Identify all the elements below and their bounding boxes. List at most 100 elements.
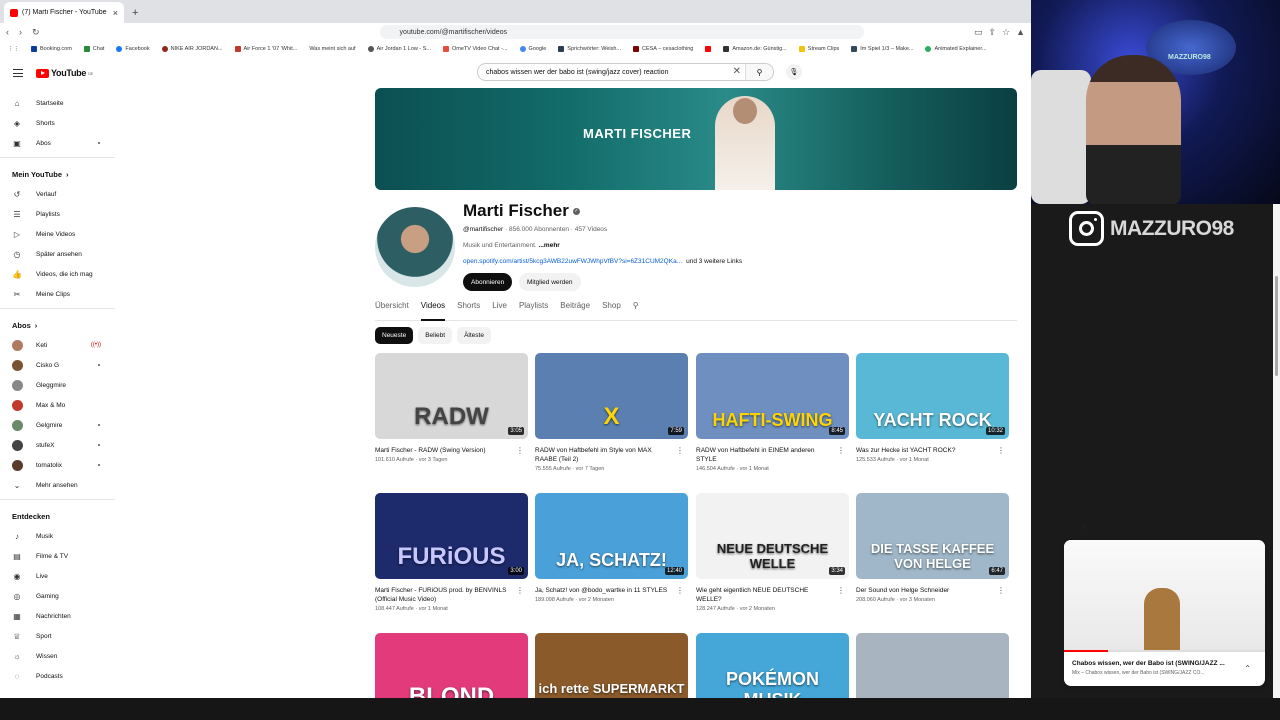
- url-field[interactable]: youtube.com/@martifischer/videos: [379, 25, 864, 39]
- video-title[interactable]: RADW von Haftbefehl in EINEM anderen STY…: [696, 446, 849, 464]
- sidebar-item-channel[interactable]: stufeX: [0, 435, 115, 455]
- chip-oldest[interactable]: Älteste: [457, 327, 491, 344]
- bookmark[interactable]: Booking.com: [31, 46, 72, 52]
- more-options-icon[interactable]: ⋮: [997, 446, 1005, 455]
- close-tab-icon[interactable]: ×: [113, 8, 118, 18]
- bookmark[interactable]: Im Spiel 1/3 – Make...: [851, 46, 913, 52]
- sidebar-item-podcasts[interactable]: ◌ Podcasts: [0, 666, 115, 686]
- chevron-up-icon[interactable]: ⌃: [1244, 664, 1251, 673]
- sidebar-item-channel[interactable]: Cisko G: [0, 355, 115, 375]
- sidebar-item-watch-later[interactable]: ◷ Später ansehen: [0, 244, 115, 264]
- video-title[interactable]: Wie geht eigentlich NEUE DEUTSCHE WELLE?: [696, 586, 849, 604]
- sidebar-you-header[interactable]: Mein YouTube ›: [0, 164, 115, 184]
- sidebar-item-clips[interactable]: ✂ Meine Clips: [0, 284, 115, 304]
- sidebar-item-live[interactable]: ◉ Live: [0, 566, 115, 586]
- clear-icon[interactable]: ✕: [733, 66, 741, 77]
- sidebar-item-news[interactable]: ▦ Nachrichten: [0, 606, 115, 626]
- more-options-icon[interactable]: ⋮: [837, 446, 845, 455]
- sidebar-item-sport[interactable]: ♕ Sport: [0, 626, 115, 646]
- sidebar-item-home[interactable]: ⌂ Startseite: [0, 93, 115, 113]
- sidebar-item-my-videos[interactable]: ▷ Meine Videos: [0, 224, 115, 244]
- bookmark[interactable]: Sprichwörter: Weish...: [558, 46, 621, 52]
- video-card[interactable]: YACHT ROCK 10:32 Was zur Hecke ist YACHT R…: [856, 353, 1009, 463]
- sidebar-item-channel[interactable]: Gelgmire: [0, 415, 115, 435]
- video-thumbnail[interactable]: NEUE DEUTSCHE WELLE 3:34: [696, 493, 849, 579]
- subscribe-button[interactable]: Abonnieren: [463, 273, 513, 291]
- scrollbar-thumb[interactable]: [1275, 276, 1278, 376]
- more-options-icon[interactable]: ⋮: [837, 586, 845, 595]
- video-card[interactable]: X 7:59 RADW von Haftbefehl im Style von MA…: [535, 353, 688, 472]
- bookmark[interactable]: NIKE AIR JORDAN...: [161, 46, 223, 52]
- video-card[interactable]: POKÉMON MUSIK: [696, 633, 849, 698]
- video-card[interactable]: JA, SCHATZ! 12:40 Ja, Schatz! von @bodo_wa…: [535, 493, 688, 603]
- more-options-icon[interactable]: ⋮: [516, 446, 524, 455]
- channel-search-icon[interactable]: ⚲: [633, 301, 639, 321]
- sidebar-item-channel[interactable]: tomatolix: [0, 455, 115, 475]
- apps-icon[interactable]: ⋮⋮: [8, 46, 19, 52]
- sidebar-item-channel[interactable]: Gleggmire: [0, 375, 115, 395]
- chip-popular[interactable]: Beliebt: [418, 327, 453, 344]
- more-options-icon[interactable]: ⋮: [997, 586, 1005, 595]
- channel-link[interactable]: open.spotify.com/artist/5kcg3AWB22uwFWJW…: [463, 258, 742, 265]
- bookmark[interactable]: [705, 46, 712, 52]
- extension-icon[interactable]: ▲: [1016, 27, 1025, 38]
- sidebar-item-channel[interactable]: Keti ((•)): [0, 335, 115, 355]
- bookmark[interactable]: Air Jordan 1 Low - S...: [367, 46, 431, 52]
- video-thumbnail[interactable]: JA, SCHATZ! 12:40: [535, 493, 688, 579]
- bookmark[interactable]: Chat: [83, 46, 104, 52]
- tab-shorts[interactable]: Shorts: [457, 301, 480, 321]
- video-title[interactable]: RADW von Haftbefehl im Style von MAX RAA…: [535, 446, 688, 464]
- video-card[interactable]: ich rette SUPERMARKT MUSIK: [535, 633, 688, 698]
- browser-tab[interactable]: (7) Marti Fischer - YouTube ×: [4, 2, 124, 23]
- sidebar-item-movies[interactable]: ▤ Filme & TV: [0, 546, 115, 566]
- more-options-icon[interactable]: ⋮: [516, 586, 524, 595]
- share-icon[interactable]: ⇪: [988, 27, 996, 38]
- video-thumbnail[interactable]: POKÉMON MUSIK: [696, 633, 849, 698]
- sidebar-item-gaming[interactable]: ◎ Gaming: [0, 586, 115, 606]
- video-card[interactable]: NEUE DEUTSCHE WELLE 3:34 Wie geht eigentli…: [696, 493, 849, 612]
- tab-overview[interactable]: Übersicht: [375, 301, 409, 321]
- miniplayer-progress[interactable]: [1064, 650, 1265, 652]
- video-thumbnail[interactable]: HAFTI-SWING 8:45: [696, 353, 849, 439]
- miniplayer-video[interactable]: [1064, 540, 1265, 652]
- video-card[interactable]: RADW 3:05 Marti Fischer - RADW (Swing Vers…: [375, 353, 528, 463]
- video-card[interactable]: HAFTI-SWING 8:45 RADW von Haftbefehl in EI…: [696, 353, 849, 472]
- video-card[interactable]: BLOND: [375, 633, 528, 698]
- sidebar-item-liked-videos[interactable]: 👍 Videos, die ich mag: [0, 264, 115, 284]
- bookmark[interactable]: Was meint sich auf: [309, 46, 355, 52]
- sidebar-item-show-more[interactable]: ⌄ Mehr ansehen: [0, 475, 115, 495]
- tab-videos[interactable]: Videos: [420, 301, 446, 321]
- star-icon[interactable]: ☆: [1002, 27, 1010, 38]
- cast-icon[interactable]: ▭: [974, 27, 983, 38]
- video-thumbnail[interactable]: ich rette SUPERMARKT MUSIK: [535, 633, 688, 698]
- sidebar-item-learning[interactable]: ☼ Wissen: [0, 646, 115, 666]
- video-title[interactable]: Der Sound von Helge Schneider: [856, 586, 1009, 595]
- sidebar-item-history[interactable]: ↺ Verlauf: [0, 184, 115, 204]
- sidebar-subscriptions-header[interactable]: Abos ›: [0, 315, 115, 335]
- reload-icon[interactable]: ↻: [32, 27, 40, 38]
- video-thumbnail[interactable]: FURiOUS 3:00: [375, 493, 528, 579]
- video-thumbnail[interactable]: RADW 3:05: [375, 353, 528, 439]
- back-icon[interactable]: ‹: [6, 27, 9, 37]
- search-box[interactable]: chabos wissen wer der babo ist (swing/ja…: [477, 63, 774, 81]
- mic-icon[interactable]: 🎙: [786, 64, 802, 80]
- sidebar-item-shorts[interactable]: ◈ Shorts: [0, 113, 115, 133]
- video-thumbnail[interactable]: DIE TASSE KAFFEE VON HELGE 6:47: [856, 493, 1009, 579]
- miniplayer[interactable]: Chabos wissen, wer der Babo ist (SWING/J…: [1064, 540, 1265, 686]
- forward-icon[interactable]: ›: [19, 27, 22, 37]
- more-options-icon[interactable]: ⋮: [676, 446, 684, 455]
- youtube-logo[interactable]: YouTube DE: [36, 68, 93, 78]
- video-card[interactable]: FURiOUS 3:00 Marti Fischer - FURiOUS prod.…: [375, 493, 528, 612]
- bookmark[interactable]: CESA – cesaclothing: [633, 46, 693, 52]
- more-options-icon[interactable]: ⋮: [676, 586, 684, 595]
- bookmark[interactable]: Stream Clips: [798, 46, 839, 52]
- tab-playlists[interactable]: Playlists: [519, 301, 548, 321]
- tab-shop[interactable]: Shop: [602, 301, 621, 321]
- sidebar-item-channel[interactable]: Max & Mo: [0, 395, 115, 415]
- more-links[interactable]: und 3 weitere Links: [686, 258, 742, 265]
- bookmark[interactable]: Facebook: [116, 46, 150, 52]
- video-title[interactable]: Marti Fischer - RADW (Swing Version): [375, 446, 528, 455]
- menu-icon[interactable]: [13, 69, 23, 77]
- tab-posts[interactable]: Beiträge: [560, 301, 590, 321]
- video-title[interactable]: Marti Fischer - FURiOUS prod. by BENVINL…: [375, 586, 528, 604]
